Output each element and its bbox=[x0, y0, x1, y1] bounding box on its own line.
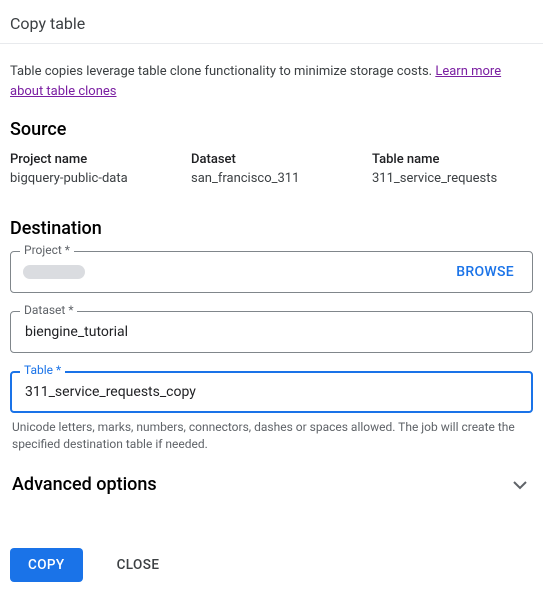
chevron-down-icon bbox=[509, 474, 531, 496]
dialog-actions: COPY CLOSE bbox=[10, 548, 533, 582]
destination-heading: Destination bbox=[10, 218, 533, 239]
table-field-label: Table * bbox=[20, 363, 65, 377]
project-value-redacted bbox=[23, 265, 85, 279]
source-dataset-value: san_francisco_311 bbox=[191, 171, 352, 186]
table-input[interactable] bbox=[23, 383, 520, 401]
project-field: Project * BROWSE bbox=[10, 251, 533, 293]
divider bbox=[0, 43, 543, 44]
source-dataset-label: Dataset bbox=[191, 152, 352, 167]
source-table-value: 311_service_requests bbox=[372, 171, 533, 186]
source-project-value: bigquery-public-data bbox=[10, 171, 171, 186]
description-text: Table copies leverage table clone functi… bbox=[10, 64, 435, 79]
description: Table copies leverage table clone functi… bbox=[10, 62, 533, 101]
project-field-label: Project * bbox=[20, 243, 74, 257]
source-heading: Source bbox=[10, 119, 533, 140]
advanced-options-toggle[interactable]: Advanced options bbox=[10, 464, 533, 506]
copy-table-dialog: Copy table Table copies leverage table c… bbox=[0, 0, 543, 596]
source-table-label: Table name bbox=[372, 152, 533, 167]
table-field: Table * Unicode letters, marks, numbers,… bbox=[10, 371, 533, 454]
dataset-input[interactable] bbox=[23, 323, 520, 341]
source-project-label: Project name bbox=[10, 152, 171, 167]
copy-button[interactable]: COPY bbox=[10, 548, 83, 582]
browse-button[interactable]: BROWSE bbox=[450, 263, 520, 281]
dataset-field-label: Dataset * bbox=[20, 303, 77, 317]
table-helper-text: Unicode letters, marks, numbers, connect… bbox=[10, 419, 533, 454]
close-button[interactable]: CLOSE bbox=[99, 548, 178, 582]
dataset-field: Dataset * bbox=[10, 311, 533, 353]
dialog-title: Copy table bbox=[10, 10, 533, 43]
advanced-options-label: Advanced options bbox=[12, 474, 157, 495]
source-grid: Project name bigquery-public-data Datase… bbox=[10, 152, 533, 186]
